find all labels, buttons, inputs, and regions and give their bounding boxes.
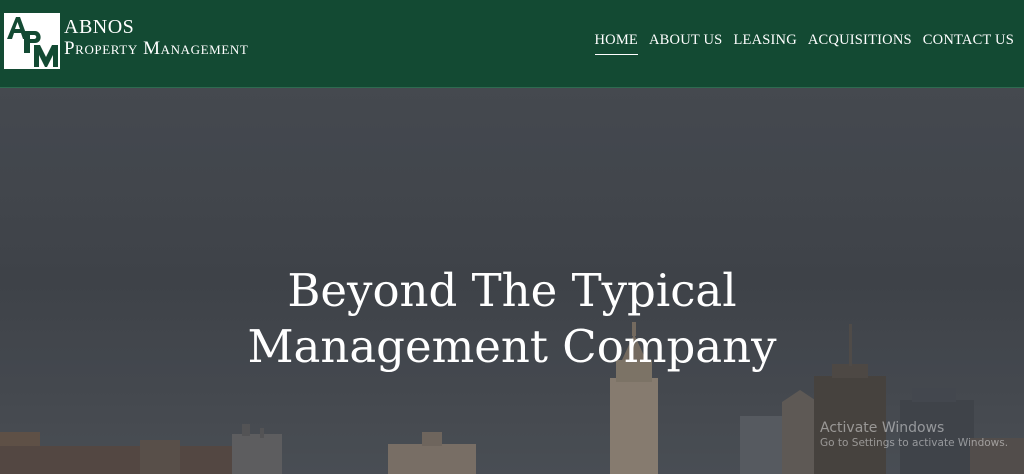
hero-banner: Beyond The Typical Management Company (0, 88, 1024, 474)
apm-monogram-icon (4, 13, 60, 69)
site-header: ABNOS Property Management HOME ABOUT US … (0, 0, 1024, 88)
apm-logo-mark (4, 13, 60, 69)
site-logo[interactable]: ABNOS Property Management (4, 13, 282, 69)
main-nav: HOME ABOUT US LEASING ACQUISITIONS CONTA… (594, 32, 1015, 55)
watermark-title: Activate Windows (820, 420, 945, 436)
brand-name-line2: Property Management (64, 38, 249, 59)
watermark-subtitle: Go to Settings to activate Windows. (820, 436, 1009, 449)
nav-item-home[interactable]: HOME (594, 32, 638, 55)
nav-item-about-us[interactable]: ABOUT US (649, 32, 722, 55)
nav-item-acquisitions[interactable]: ACQUISITIONS (808, 32, 912, 55)
brand-name: ABNOS Property Management (64, 17, 248, 58)
brand-name-line1: ABNOS (64, 16, 135, 38)
hero-title-line2: Management Company (247, 320, 777, 373)
nav-item-contact-us[interactable]: CONTACT US (923, 32, 1014, 55)
nav-item-leasing[interactable]: LEASING (733, 32, 796, 55)
hero-title: Beyond The Typical Management Company (0, 263, 1024, 375)
activate-windows-watermark: Activate Windows Go to Settings to activ… (820, 420, 1008, 449)
hero-title-line1: Beyond The Typical (287, 264, 737, 317)
